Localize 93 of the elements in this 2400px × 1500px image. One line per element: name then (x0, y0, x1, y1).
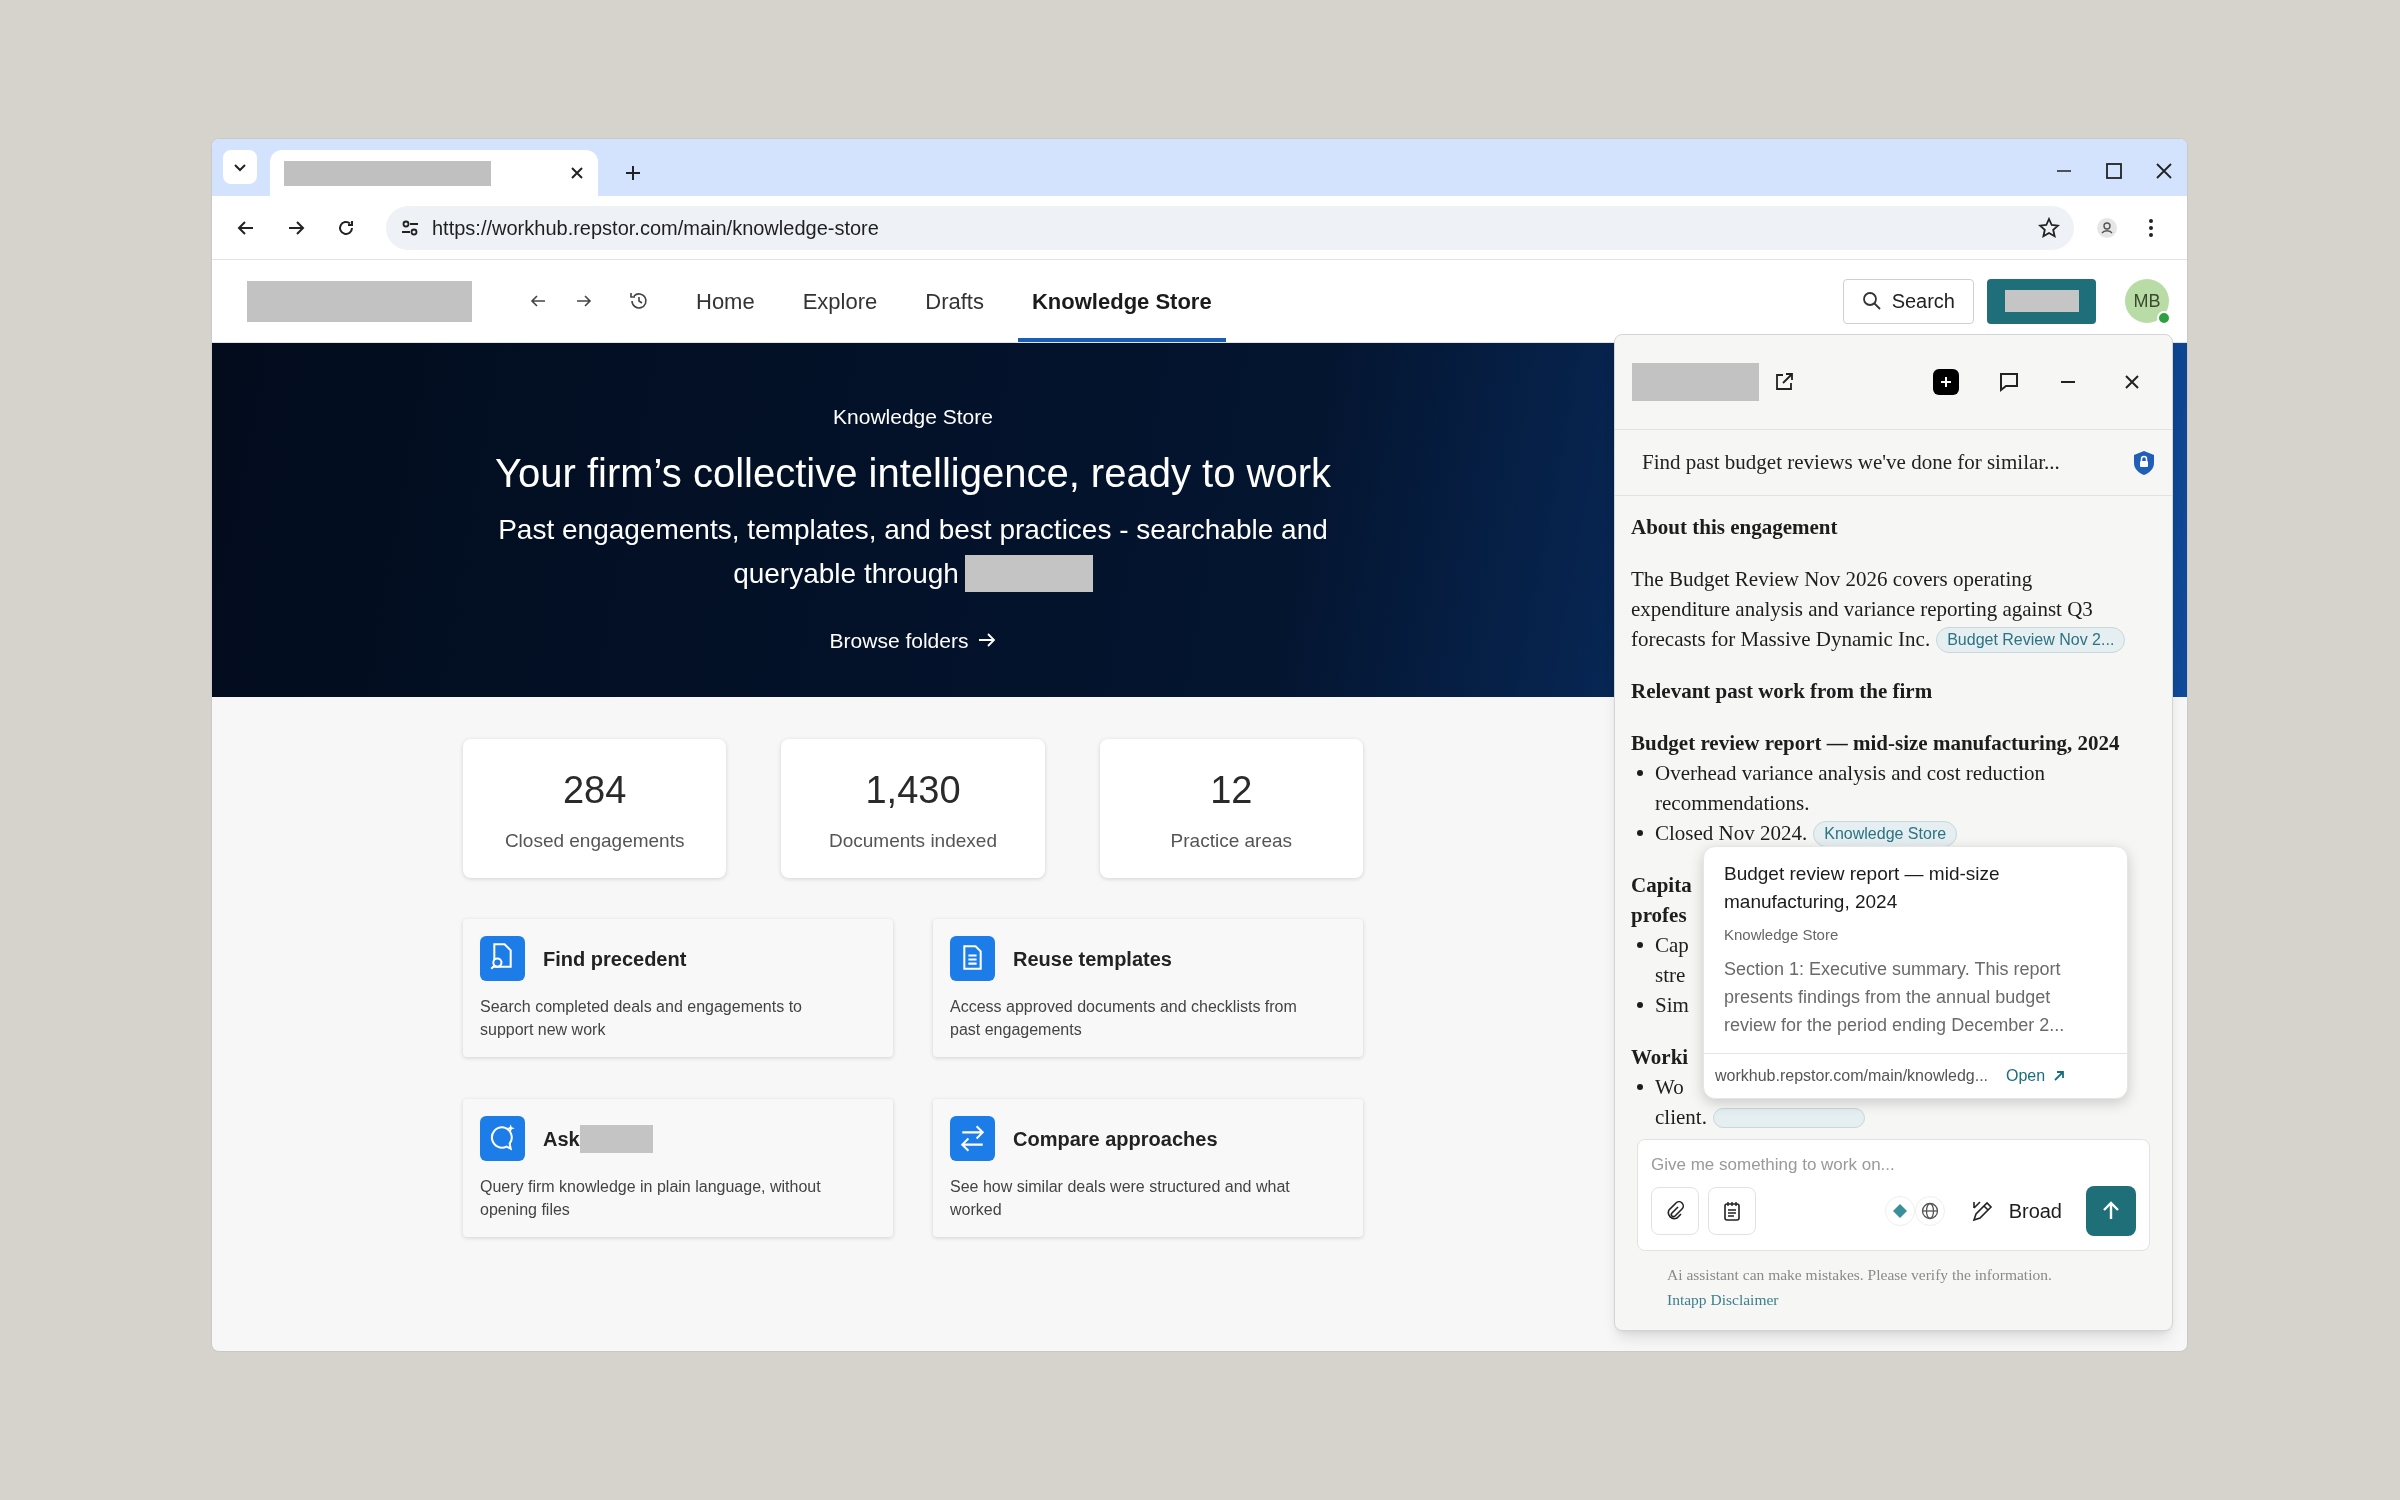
source-badge[interactable]: Budget Review Nov 2... (1936, 627, 2126, 653)
section-heading: Capita (1631, 872, 1692, 899)
action-description: See how similar deals were structured and what worked (950, 1177, 1291, 1220)
close-icon[interactable] (570, 166, 584, 180)
popover-source: Knowledge Store (1724, 925, 1840, 945)
item-heading: Budget review report — mid-size manufacturing, 2024 (1631, 730, 2120, 757)
action-description: Search completed deals and engagements to support new work (480, 997, 803, 1040)
bullet-text: Sim (1655, 993, 1689, 1017)
paragraph-line: The Budget Review Nov 2026 covers operating (1631, 567, 2033, 591)
popover-excerpt: Section 1: Executive summary. This report presents findings from the annual budget review for the period ending December 2... (1724, 957, 2066, 1037)
action-description: Access approved documents and checklists from past engagements (950, 997, 1298, 1040)
query-text: Find past budget reviews we've done for similar... (1642, 448, 2060, 476)
nav-tab[interactable]: Home (682, 260, 769, 342)
section-heading: About this engagement (1631, 514, 1838, 541)
popover-title: Budget review report — mid-size manufacturing, 2024 (1724, 862, 2001, 914)
search-icon (1861, 291, 1882, 311)
address-field[interactable]: https://workhub.repstor.com/main/knowledge-store (386, 205, 2074, 250)
action-title: Reuse templates (1013, 946, 1172, 972)
maximize-icon[interactable] (2105, 162, 2123, 180)
hero-subtitle: queryable through (733, 556, 959, 591)
section-heading: Worki (1631, 1044, 1689, 1071)
search-button[interactable]: Search (1842, 278, 1974, 324)
message-input[interactable]: Give me something to work on... (1651, 1152, 2136, 1178)
action-description: Query firm knowledge in plain language, without opening files (480, 1177, 822, 1220)
document-list-icon (950, 936, 995, 981)
star-icon[interactable] (2038, 216, 2060, 239)
url-text: https://workhub.repstor.com/main/knowledge-store (432, 215, 879, 241)
action-title: Find precedent (543, 946, 687, 972)
popover-url: workhub.repstor.com/main/knowledg... (1715, 1065, 1988, 1086)
arrow-up-icon (2102, 1200, 2120, 1221)
action-title: Compare approaches (1013, 1126, 1218, 1152)
action-card[interactable]: Compare approaches See how similar deals were structured and what worked (933, 1099, 1363, 1237)
history-icon[interactable] (628, 290, 650, 312)
pen-ruler-icon (1970, 1198, 1995, 1223)
disclaimer-link[interactable]: Intapp Disclaimer (1667, 1291, 1779, 1308)
globe-icon (1920, 1201, 1939, 1220)
bullet-text: Closed Nov 2024. (1655, 821, 1808, 845)
mode-button[interactable]: Broad (1970, 1195, 2062, 1226)
section-heading: Relevant past work from the firm (1631, 678, 1933, 705)
open-link[interactable]: Open (2006, 1063, 2066, 1088)
source-badge[interactable]: Knowledge Store (1813, 821, 1958, 847)
hero-eyebrow: Knowledge Store (833, 404, 993, 430)
chat-sparkle-icon (480, 1116, 525, 1161)
arrow-right-icon (978, 632, 997, 649)
chat-icon[interactable] (1997, 370, 2021, 394)
browse-folders-link[interactable]: Browse folders (829, 624, 997, 656)
menu-icon[interactable] (2148, 217, 2154, 238)
profile-icon[interactable] (2096, 216, 2118, 239)
knowledge-toggle[interactable] (1884, 1195, 1915, 1226)
action-card[interactable]: Ask Query firm knowledge in plain language, without opening files (463, 1099, 893, 1237)
bullet-text: Overhead variance analysis and cost reduction (1655, 761, 2046, 785)
action-card[interactable]: Find precedent Search completed deals and engagements to support new work (463, 919, 893, 1057)
close-icon[interactable] (2123, 373, 2141, 391)
bullet-text: stre (1655, 963, 1686, 987)
avatar[interactable]: MB (2125, 279, 2169, 323)
plus-icon (1940, 376, 1952, 388)
action-title: Ask (543, 1126, 580, 1152)
document-search-icon (480, 936, 525, 981)
swap-arrows-icon (950, 1116, 995, 1161)
nav-tab[interactable]: Explore (788, 260, 892, 342)
action-card[interactable]: Reuse templates Access approved documents and checklists from past engagements (933, 919, 1363, 1057)
nav-tab[interactable]: Drafts (911, 260, 998, 342)
tab-list-button[interactable] (223, 150, 257, 184)
close-icon[interactable] (2155, 162, 2173, 180)
bullet-text: recommendations. (1655, 791, 1810, 815)
disclaimer-text: Ai assistant can make mistakes. Please verify the information. (1667, 1265, 2053, 1285)
bullet-text: client. (1655, 1105, 1707, 1129)
stat-label: Closed engagements (504, 828, 685, 853)
shield-lock-icon (2133, 449, 2155, 476)
bullet-text: Cap (1655, 933, 1689, 957)
hero-title: Your firm’s collective intelligence, ready to work (495, 449, 1331, 497)
diamond-icon (1892, 1203, 1907, 1218)
paragraph-line: forecasts for Massive Dynamic Inc. (1631, 627, 1931, 651)
web-toggle[interactable] (1914, 1195, 1945, 1226)
clipboard-icon (1723, 1200, 1741, 1221)
section-heading: profes (1631, 902, 1687, 929)
stat-value: 1,430 (865, 767, 961, 813)
new-chat-button[interactable] (1933, 369, 1959, 395)
paragraph-line: expenditure analysis and variance reporting against Q3 (1631, 597, 2093, 621)
primary-button[interactable] (1987, 278, 2096, 324)
hero-subtitle: Past engagements, templates, and best practices - searchable and (498, 512, 1328, 547)
attach-button[interactable] (1651, 1186, 1699, 1235)
stat-label: Documents indexed (829, 828, 997, 853)
new-tab-icon[interactable] (624, 164, 642, 182)
arrow-up-right-icon (2053, 1069, 2066, 1082)
stat-label: Practice areas (1170, 828, 1293, 853)
bullet-text: Wo (1655, 1075, 1684, 1099)
paperclip-icon (1665, 1200, 1685, 1221)
stat-value: 284 (562, 767, 627, 813)
stat-value: 12 (1210, 767, 1253, 813)
send-button[interactable] (2086, 1185, 2136, 1236)
external-link-icon[interactable] (1773, 371, 1795, 393)
notes-button[interactable] (1708, 1186, 1756, 1235)
